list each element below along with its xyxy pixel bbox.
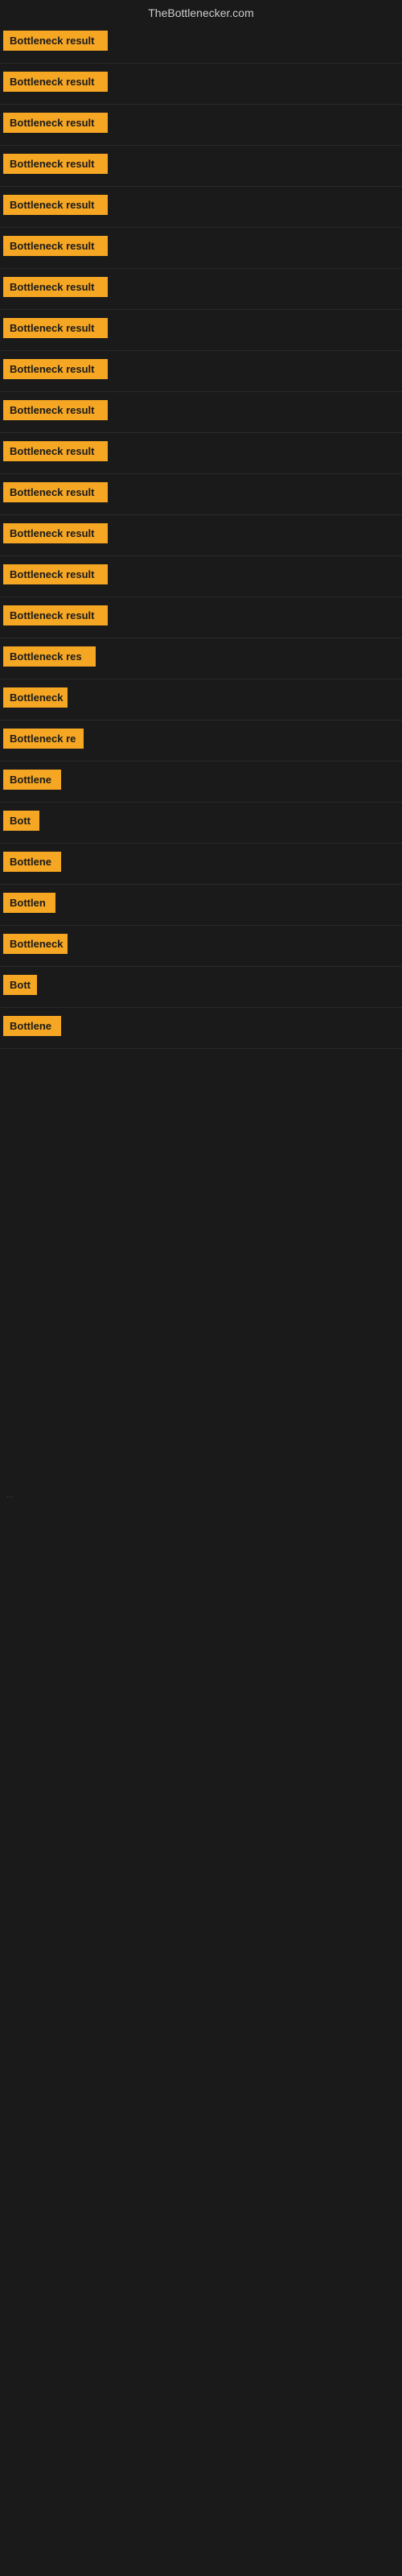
bottleneck-card-row: Bottleneck result bbox=[0, 228, 402, 269]
bottleneck-card-row: Bottleneck result bbox=[0, 351, 402, 392]
bottleneck-result-card[interactable]: Bottleneck result bbox=[3, 195, 108, 215]
bottleneck-card-row: Bottleneck res bbox=[0, 638, 402, 679]
bottleneck-card-row: Bott bbox=[0, 967, 402, 1008]
bottleneck-result-card[interactable]: Bottleneck result bbox=[3, 318, 108, 338]
bottleneck-card-row: Bottleneck result bbox=[0, 556, 402, 597]
bottleneck-result-card[interactable]: Bottleneck result bbox=[3, 236, 108, 256]
bottleneck-result-card[interactable]: Bottleneck result bbox=[3, 72, 108, 92]
bottleneck-result-card[interactable]: Bottleneck result bbox=[3, 564, 108, 584]
bottleneck-card-row: Bottleneck result bbox=[0, 310, 402, 351]
bottleneck-result-card[interactable]: Bottlene bbox=[3, 770, 61, 790]
ellipsis-text: ... bbox=[6, 1491, 13, 1500]
bottleneck-card-row: Bottleneck result bbox=[0, 515, 402, 556]
bottleneck-result-card[interactable]: Bottlene bbox=[3, 852, 61, 872]
bottleneck-result-card[interactable]: Bottleneck result bbox=[3, 113, 108, 133]
bottleneck-card-row: Bottleneck re bbox=[0, 720, 402, 762]
bottleneck-card-row: Bottleneck result bbox=[0, 474, 402, 515]
bottleneck-result-card[interactable]: Bottleneck result bbox=[3, 482, 108, 502]
site-title: TheBottlenecker.com bbox=[0, 0, 402, 23]
bottleneck-result-card[interactable]: Bottleneck result bbox=[3, 277, 108, 297]
bottleneck-result-card[interactable]: Bottlene bbox=[3, 1016, 61, 1036]
bottleneck-result-card[interactable]: Bottleneck result bbox=[3, 31, 108, 51]
bottleneck-result-card[interactable]: Bottleneck bbox=[3, 687, 68, 708]
bottleneck-card-row: Bottleneck result bbox=[0, 105, 402, 146]
bottleneck-result-card[interactable]: Bottleneck result bbox=[3, 400, 108, 420]
bottleneck-result-card[interactable]: Bottleneck result bbox=[3, 523, 108, 543]
bottleneck-result-card[interactable]: Bottleneck result bbox=[3, 154, 108, 174]
bottleneck-card-row: Bottlene bbox=[0, 1008, 402, 1049]
bottleneck-result-card[interactable]: Bottleneck result bbox=[3, 605, 108, 625]
bottleneck-result-card[interactable]: Bottleneck res bbox=[3, 646, 96, 667]
bottleneck-result-card[interactable]: Bott bbox=[3, 811, 39, 831]
bottleneck-card-row: Bottleneck result bbox=[0, 392, 402, 433]
bottleneck-card-row: Bottleneck bbox=[0, 926, 402, 967]
bottleneck-card-row: Bottleneck result bbox=[0, 187, 402, 228]
bottleneck-result-card[interactable]: Bottleneck result bbox=[3, 441, 108, 461]
bottleneck-card-row: Bottleneck result bbox=[0, 433, 402, 474]
bottleneck-card-row: Bottlene bbox=[0, 844, 402, 885]
bottleneck-card-row: Bottleneck result bbox=[0, 597, 402, 638]
bottleneck-result-card[interactable]: Bottleneck result bbox=[3, 359, 108, 379]
bottleneck-card-row: Bott bbox=[0, 803, 402, 844]
bottleneck-result-card[interactable]: Bott bbox=[3, 975, 37, 995]
bottleneck-card-row: Bottlene bbox=[0, 762, 402, 803]
bottleneck-result-card[interactable]: Bottleneck bbox=[3, 934, 68, 954]
bottleneck-card-row: Bottleneck result bbox=[0, 23, 402, 64]
bottleneck-card-row: Bottleneck result bbox=[0, 64, 402, 105]
bottleneck-result-card[interactable]: Bottlen bbox=[3, 893, 55, 913]
bottleneck-card-row: Bottleneck bbox=[0, 679, 402, 720]
bottleneck-result-card[interactable]: Bottleneck re bbox=[3, 729, 84, 749]
page-container: TheBottlenecker.com Bottleneck result Bot… bbox=[0, 0, 402, 2176]
bottleneck-card-row: Bottlen bbox=[0, 885, 402, 926]
bottleneck-card-row: Bottleneck result bbox=[0, 146, 402, 187]
bottleneck-card-row: Bottleneck result bbox=[0, 269, 402, 310]
